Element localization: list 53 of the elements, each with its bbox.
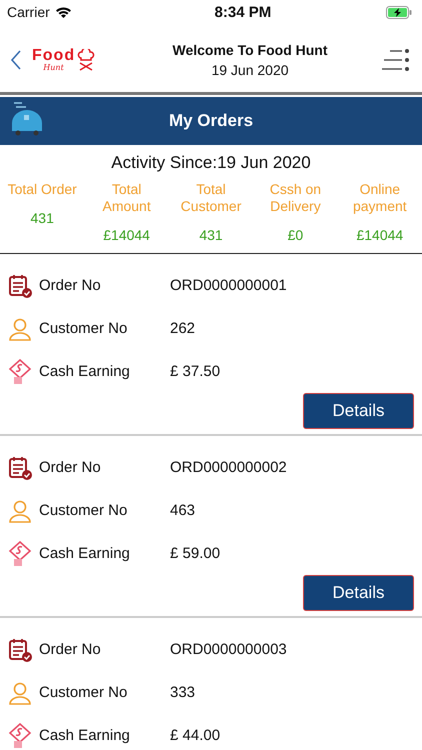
details-button[interactable]: Details <box>303 393 414 429</box>
user-icon <box>8 498 32 522</box>
field-value: 463 <box>170 502 196 519</box>
cash-hand-icon <box>8 358 32 384</box>
field-value: £ 37.50 <box>170 363 220 380</box>
stat-label: Cssh on Delivery <box>268 181 322 215</box>
stat-label: Online payment <box>352 181 408 215</box>
chef-hat-icon <box>77 49 96 71</box>
stat-label: Total Customer <box>180 181 242 215</box>
field-value: £ 59.00 <box>170 545 220 562</box>
wifi-icon <box>54 6 72 18</box>
field-value: ORD0000000003 <box>170 641 287 658</box>
logo-word: Food <box>32 48 76 64</box>
header-date: 19 Jun 2020 <box>211 62 289 78</box>
field-value: 262 <box>170 320 196 337</box>
field-label: Order No <box>39 277 102 294</box>
field-label: Customer No <box>39 684 128 701</box>
back-icon[interactable] <box>10 49 22 71</box>
stat-value: £14044 <box>356 227 404 243</box>
field-label: Order No <box>39 641 102 658</box>
field-value: ORD0000000001 <box>170 277 287 294</box>
delivery-van-icon <box>10 101 44 137</box>
field-label: Cash Earning <box>39 727 131 744</box>
page-title: My Orders <box>168 111 254 131</box>
header-title: Welcome To Food Hunt <box>172 42 328 58</box>
stat-value: 431 <box>30 210 54 226</box>
field-value: ORD0000000002 <box>170 459 287 476</box>
user-icon <box>8 680 32 704</box>
field-label: Order No <box>39 459 102 476</box>
stat-label: Total Amount <box>101 181 152 215</box>
field-label: Customer No <box>39 320 128 337</box>
details-button[interactable]: Details <box>303 575 414 611</box>
stat-value: £14044 <box>103 227 150 243</box>
cash-hand-icon <box>8 540 32 566</box>
field-label: Cash Earning <box>39 545 131 562</box>
field-label: Cash Earning <box>39 363 131 380</box>
clock-time: 8:34 PM <box>214 4 272 20</box>
field-label: Customer No <box>39 502 128 519</box>
menu-icon[interactable] <box>380 48 410 72</box>
activity-heading: Activity Since:19 Jun 2020 <box>110 153 312 173</box>
order-list-icon <box>8 638 32 662</box>
carrier-label: Carrier <box>7 4 50 20</box>
field-value: 333 <box>170 684 196 701</box>
battery-icon <box>386 6 412 18</box>
field-value: £ 44.00 <box>170 727 220 744</box>
cash-hand-icon <box>8 722 32 748</box>
logo-subtitle: Hunt <box>43 64 64 72</box>
order-list-icon <box>8 274 32 298</box>
stat-value: £0 <box>288 227 304 243</box>
user-icon <box>8 316 32 340</box>
stat-label: Total Order <box>6 181 78 198</box>
stat-value: 431 <box>199 227 223 243</box>
order-list-icon <box>8 456 32 480</box>
